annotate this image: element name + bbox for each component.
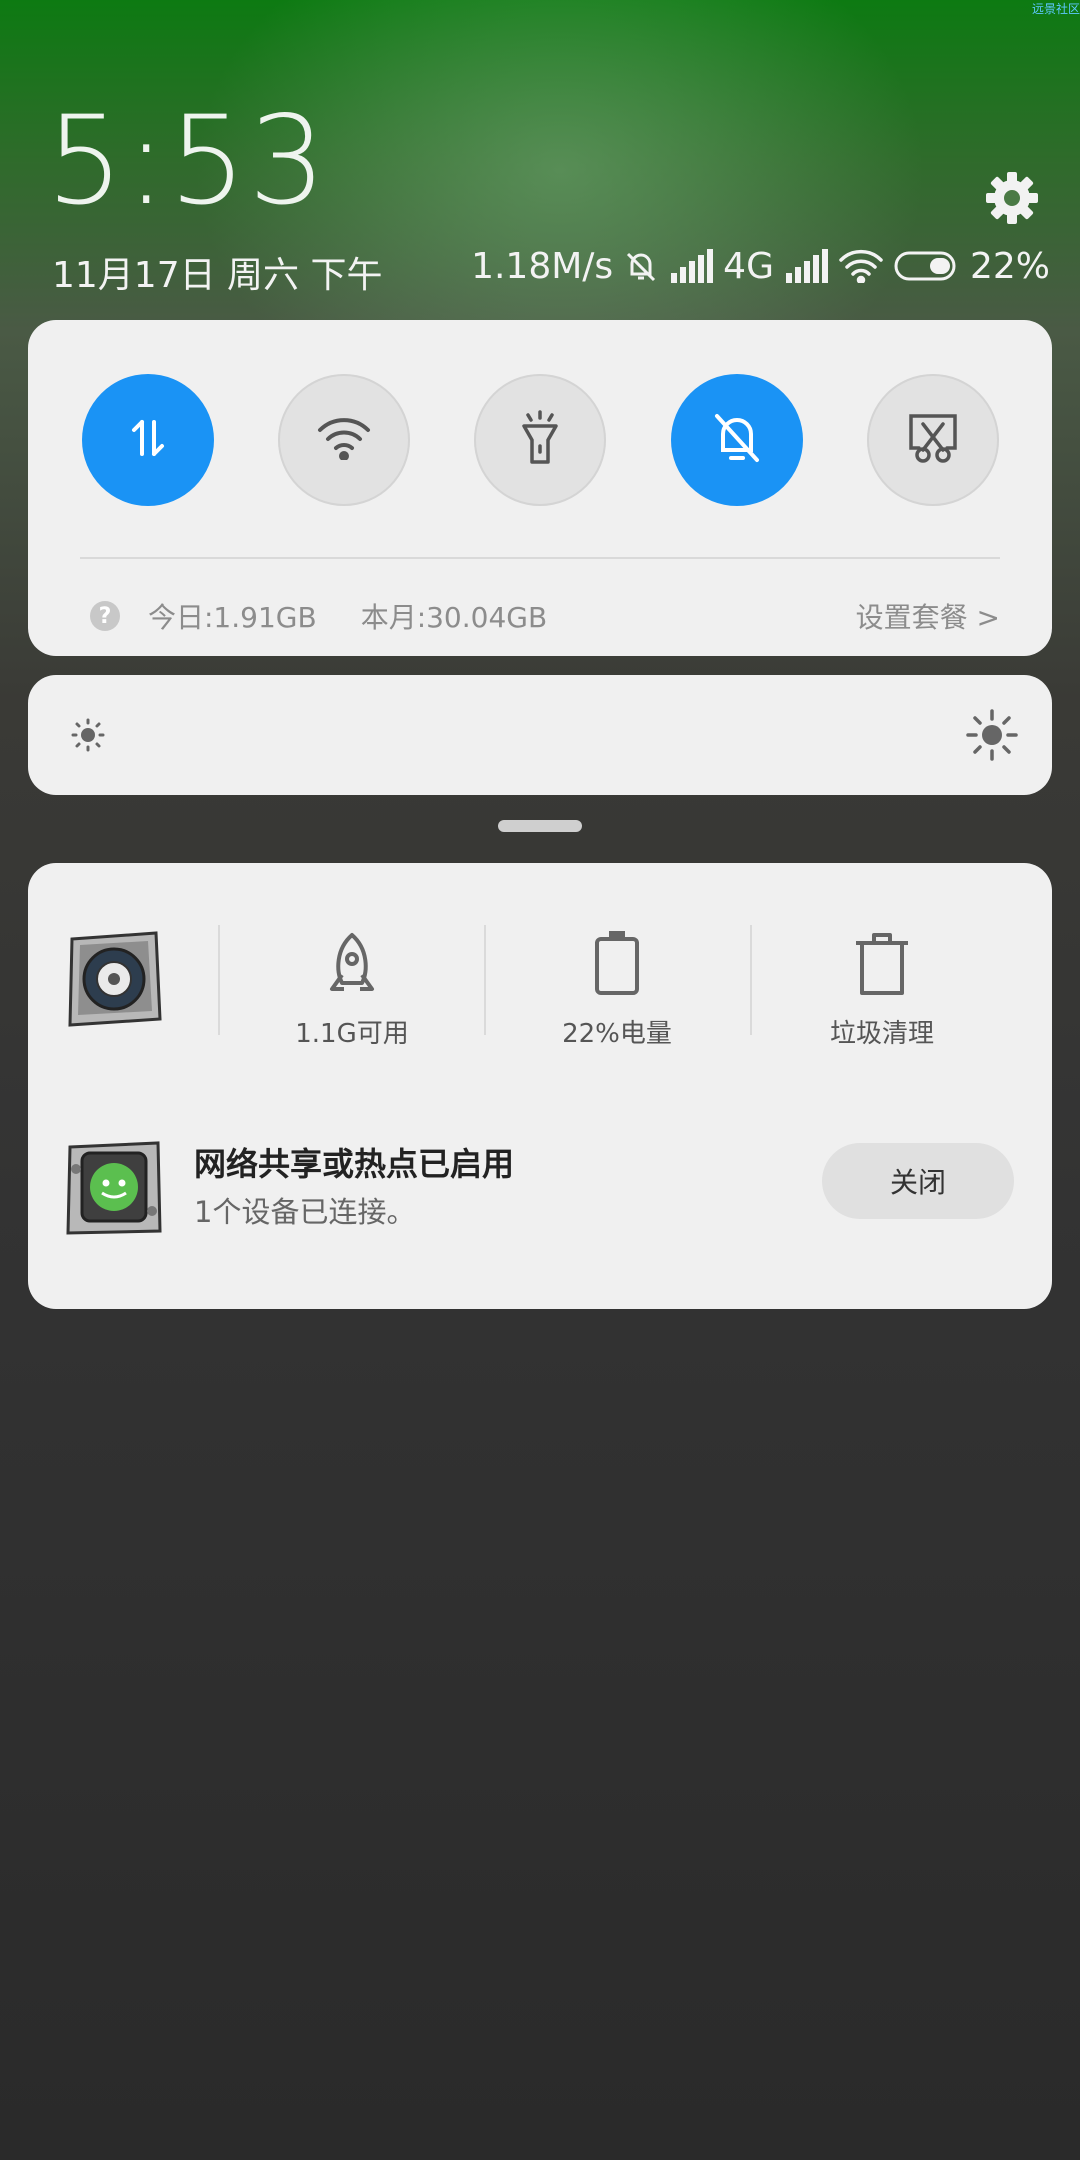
notification-title: 网络共享或热点已启用 (194, 1145, 515, 1183)
bell-off-icon (711, 410, 763, 470)
battery-icon (894, 249, 960, 283)
toggle-silent[interactable] (671, 374, 803, 506)
help-icon[interactable]: ? (90, 601, 120, 631)
battery-outline-icon (517, 929, 717, 999)
notification-card: 1.1G可用 22%电量 垃圾清理 网络共享或热点已启用 1个设备已连接。 关闭 (28, 863, 1052, 1309)
separator (484, 925, 486, 1035)
data-transfer-icon (124, 414, 172, 466)
battery-saver-button[interactable]: 22%电量 (517, 929, 717, 1050)
signal-icon (669, 249, 714, 283)
bell-off-icon (623, 248, 659, 284)
wifi-icon (316, 416, 372, 464)
cleanup-button[interactable]: 垃圾清理 (782, 929, 982, 1050)
drag-handle[interactable] (498, 820, 582, 832)
brightness-slider[interactable] (28, 675, 1052, 795)
battery-percent: 22% (969, 245, 1050, 287)
network-type: 4G (723, 245, 774, 287)
brightness-low-icon (70, 717, 106, 757)
separator (750, 925, 752, 1035)
data-usage-row: ? 今日:1.91GB 本月:30.04GB 设置套餐 > (90, 592, 1000, 640)
data-today: 今日:1.91GB (148, 601, 317, 634)
settings-gear-icon[interactable] (984, 170, 1040, 226)
memory-boost-button[interactable]: 1.1G可用 (252, 929, 452, 1050)
clock-time: 5:53 (46, 90, 328, 232)
close-hotspot-button[interactable]: 关闭 (822, 1143, 1014, 1219)
date-text: 11月17日 周六 下午 (52, 255, 383, 296)
toggle-flashlight[interactable] (474, 374, 606, 506)
hotspot-app-icon (64, 1139, 164, 1239)
wifi-status-icon (838, 249, 884, 283)
toggle-mobile-data[interactable] (82, 374, 214, 506)
quick-toggles-panel: ? 今日:1.91GB 本月:30.04GB 设置套餐 > (28, 320, 1052, 656)
flashlight-icon (518, 410, 562, 470)
memory-label: 1.1G可用 (295, 1019, 409, 1049)
watermark: 远景社区 (1031, 2, 1080, 16)
trash-icon (782, 929, 982, 999)
rocket-icon (252, 929, 452, 999)
screenshot-icon (905, 412, 961, 468)
data-month: 本月:30.04GB (360, 601, 548, 634)
net-speed: 1.18M/s (471, 245, 614, 287)
set-plan-link[interactable]: 设置套餐 > (856, 596, 1000, 636)
brightness-high-icon (966, 709, 1018, 765)
separator (218, 925, 220, 1035)
toggle-wifi[interactable] (278, 374, 410, 506)
battery-label: 22%电量 (562, 1019, 672, 1049)
cleaner-app-icon (64, 929, 164, 1029)
status-bar: 1.18M/s 4G 22% (471, 244, 1050, 288)
signal-icon-2 (784, 249, 828, 283)
cleanup-label: 垃圾清理 (829, 1019, 934, 1049)
notification-body: 1个设备已连接。 (194, 1195, 416, 1229)
panel-divider (80, 557, 1000, 559)
toggle-screenshot[interactable] (867, 374, 999, 506)
